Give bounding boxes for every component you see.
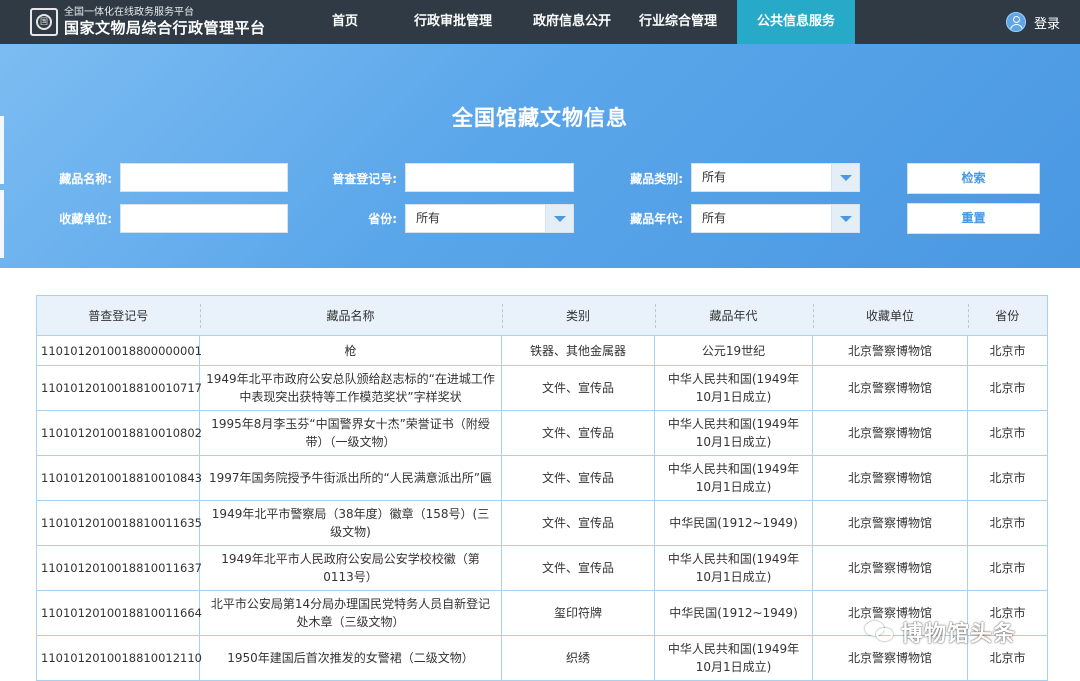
table-row[interactable]: 1101012010018800000001 枪 铁器、其他金属器 公元19世纪… xyxy=(36,335,1048,366)
cell-collection-unit: 北京警察博物馆 xyxy=(812,455,968,501)
brand-subtitle: 全国一体化在线政务服务平台 xyxy=(64,7,194,18)
cell-collection-name[interactable]: 1995年8月李玉芬“中国警界女十杰”荣誉证书（附绶带）（一级文物） xyxy=(199,410,502,456)
nav-home[interactable]: 首页 xyxy=(318,0,372,44)
collection-name-input[interactable] xyxy=(120,163,288,192)
cell-collection-name[interactable]: 枪 xyxy=(199,335,502,366)
province-label: 省份: xyxy=(368,212,397,226)
search-panel: 全国馆藏文物信息 藏品名称: 普查登记号: 藏品类别: 所有 检索 收藏单位: … xyxy=(0,44,1080,268)
cell-era: 中华人民共和国(1949年10月1日成立) xyxy=(654,410,813,456)
cell-collection-name[interactable]: 1949年北平市政府公安总队颁给赵志标的“在进城工作中表现突出获特等工作模范奖状… xyxy=(199,365,502,411)
emblem-icon: 国 xyxy=(30,8,58,36)
cell-collection-name[interactable]: 1997年国务院授予牛街派出所的“人民满意派出所”匾 xyxy=(199,455,502,501)
cell-era: 中华民国(1912~1949) xyxy=(654,500,813,546)
wechat-icon xyxy=(865,621,895,643)
era-label: 藏品年代: xyxy=(630,212,683,226)
registration-number-label: 普查登记号: xyxy=(332,172,397,186)
cell-registration-number: 1101012010018800000001 xyxy=(36,335,202,366)
province-selected-value: 所有 xyxy=(416,211,441,225)
cell-registration-number: 1101012010018810011635 xyxy=(36,500,202,546)
cell-province: 北京市 xyxy=(967,410,1048,456)
table-row[interactable]: 1101012010018810011635 1949年北平市警察局（38年度）… xyxy=(36,500,1048,546)
collection-unit-input[interactable] xyxy=(120,204,288,233)
cell-registration-number: 1101012010018810010802 xyxy=(36,410,202,456)
table-row[interactable]: 1101012010018810011637 1949年北平市人民政府公安局公安… xyxy=(36,545,1048,591)
cell-category: 文件、宣传品 xyxy=(501,410,655,456)
table-row[interactable]: 1101012010018810010802 1995年8月李玉芬“中国警界女十… xyxy=(36,410,1048,456)
cell-registration-number: 1101012010018810011664 xyxy=(36,590,202,636)
cell-era: 公元19世纪 xyxy=(654,335,813,366)
cell-collection-name[interactable]: 1949年北平市人民政府公安局公安学校校徽（第0113号） xyxy=(199,545,502,591)
category-label: 藏品类别: xyxy=(630,172,683,186)
column-header-category[interactable]: 类别 xyxy=(501,295,655,336)
collection-unit-label: 收藏单位: xyxy=(59,212,112,226)
collection-name-label: 藏品名称: xyxy=(59,172,112,186)
search-button[interactable]: 检索 xyxy=(907,163,1040,194)
nav-admin-approval[interactable]: 行政审批管理 xyxy=(393,0,513,44)
cell-category: 玺印符牌 xyxy=(501,590,655,636)
login-link[interactable]: 登录 xyxy=(1006,10,1060,34)
cell-collection-unit: 北京警察博物馆 xyxy=(812,545,968,591)
cell-registration-number: 1101012010018810011637 xyxy=(36,545,202,591)
brand-title: 国家文物局综合行政管理平台 xyxy=(64,19,266,37)
era-select[interactable]: 所有 xyxy=(691,204,860,233)
watermark: 博物馆头条 xyxy=(865,616,1016,648)
user-icon xyxy=(1006,12,1026,32)
column-header-province[interactable]: 省份 xyxy=(967,295,1048,336)
reset-button[interactable]: 重置 xyxy=(907,203,1040,234)
category-selected-value: 所有 xyxy=(702,170,727,184)
cell-province: 北京市 xyxy=(967,365,1048,411)
cell-era: 中华人民共和国(1949年10月1日成立) xyxy=(654,545,813,591)
cell-category: 文件、宣传品 xyxy=(501,365,655,411)
column-header-registration-number[interactable]: 普查登记号 xyxy=(36,295,200,336)
chevron-down-icon[interactable] xyxy=(831,164,859,191)
nav-gov-info[interactable]: 政府信息公开 xyxy=(512,0,632,44)
column-header-collection-name[interactable]: 藏品名称 xyxy=(199,295,502,336)
cell-registration-number: 1101012010018810010843 xyxy=(36,455,202,501)
category-select[interactable]: 所有 xyxy=(691,163,860,192)
province-select[interactable]: 所有 xyxy=(405,204,574,233)
cell-category: 文件、宣传品 xyxy=(501,455,655,501)
chevron-down-icon[interactable] xyxy=(831,205,859,232)
cell-province: 北京市 xyxy=(967,500,1048,546)
cell-category: 文件、宣传品 xyxy=(501,545,655,591)
cell-province: 北京市 xyxy=(967,455,1048,501)
logo-glyph: 国 xyxy=(36,14,52,30)
cell-era: 中华人民共和国(1949年10月1日成立) xyxy=(654,455,813,501)
cell-collection-name[interactable]: 北平市公安局第14分局办理国民党特务人员自新登记处木章（三级文物） xyxy=(199,590,502,636)
registration-number-input[interactable] xyxy=(405,163,574,192)
cell-registration-number: 1101012010018810012110 xyxy=(36,635,202,681)
table-row[interactable]: 1101012010018810010843 1997年国务院授予牛街派出所的“… xyxy=(36,455,1048,501)
chevron-down-icon[interactable] xyxy=(545,205,573,232)
cell-era: 中华民国(1912~1949) xyxy=(654,590,813,636)
cell-collection-name[interactable]: 1950年建国后首次推发的女警裙（二级文物） xyxy=(199,635,502,681)
watermark-text: 博物馆头条 xyxy=(901,622,1017,647)
cell-province: 北京市 xyxy=(967,545,1048,591)
top-nav-bar: 国 全国一体化在线政务服务平台 国家文物局综合行政管理平台 首页 行政审批管理 … xyxy=(0,0,1080,44)
table-header-row: 普查登记号 藏品名称 类别 藏品年代 收藏单位 省份 xyxy=(36,295,1048,336)
era-selected-value: 所有 xyxy=(702,211,727,225)
cell-province: 北京市 xyxy=(967,335,1048,366)
column-header-era[interactable]: 藏品年代 xyxy=(654,295,813,336)
column-header-collection-unit[interactable]: 收藏单位 xyxy=(812,295,968,336)
cell-collection-unit: 北京警察博物馆 xyxy=(812,500,968,546)
cell-collection-unit: 北京警察博物馆 xyxy=(812,410,968,456)
cell-collection-unit: 北京警察博物馆 xyxy=(812,365,968,411)
cell-category: 铁器、其他金属器 xyxy=(501,335,655,366)
cell-collection-unit: 北京警察博物馆 xyxy=(812,335,968,366)
cell-category: 文件、宣传品 xyxy=(501,500,655,546)
brand[interactable]: 国 全国一体化在线政务服务平台 国家文物局综合行政管理平台 xyxy=(30,6,266,38)
nav-industry-management[interactable]: 行业综合管理 xyxy=(618,0,738,44)
page-title: 全国馆藏文物信息 xyxy=(452,106,628,130)
cell-era: 中华人民共和国(1949年10月1日成立) xyxy=(654,365,813,411)
table-row[interactable]: 1101012010018810010717 1949年北平市政府公安总队颁给赵… xyxy=(36,365,1048,411)
cell-registration-number: 1101012010018810010717 xyxy=(36,365,202,411)
cell-collection-name[interactable]: 1949年北平市警察局（38年度）徽章（158号）(三级文物) xyxy=(199,500,502,546)
cell-era: 中华人民共和国(1949年10月1日成立) xyxy=(654,635,813,681)
side-tab[interactable] xyxy=(0,190,4,258)
cell-category: 织绣 xyxy=(501,635,655,681)
login-label: 登录 xyxy=(1034,16,1061,32)
nav-public-info-service[interactable]: 公共信息服务 xyxy=(737,0,855,44)
